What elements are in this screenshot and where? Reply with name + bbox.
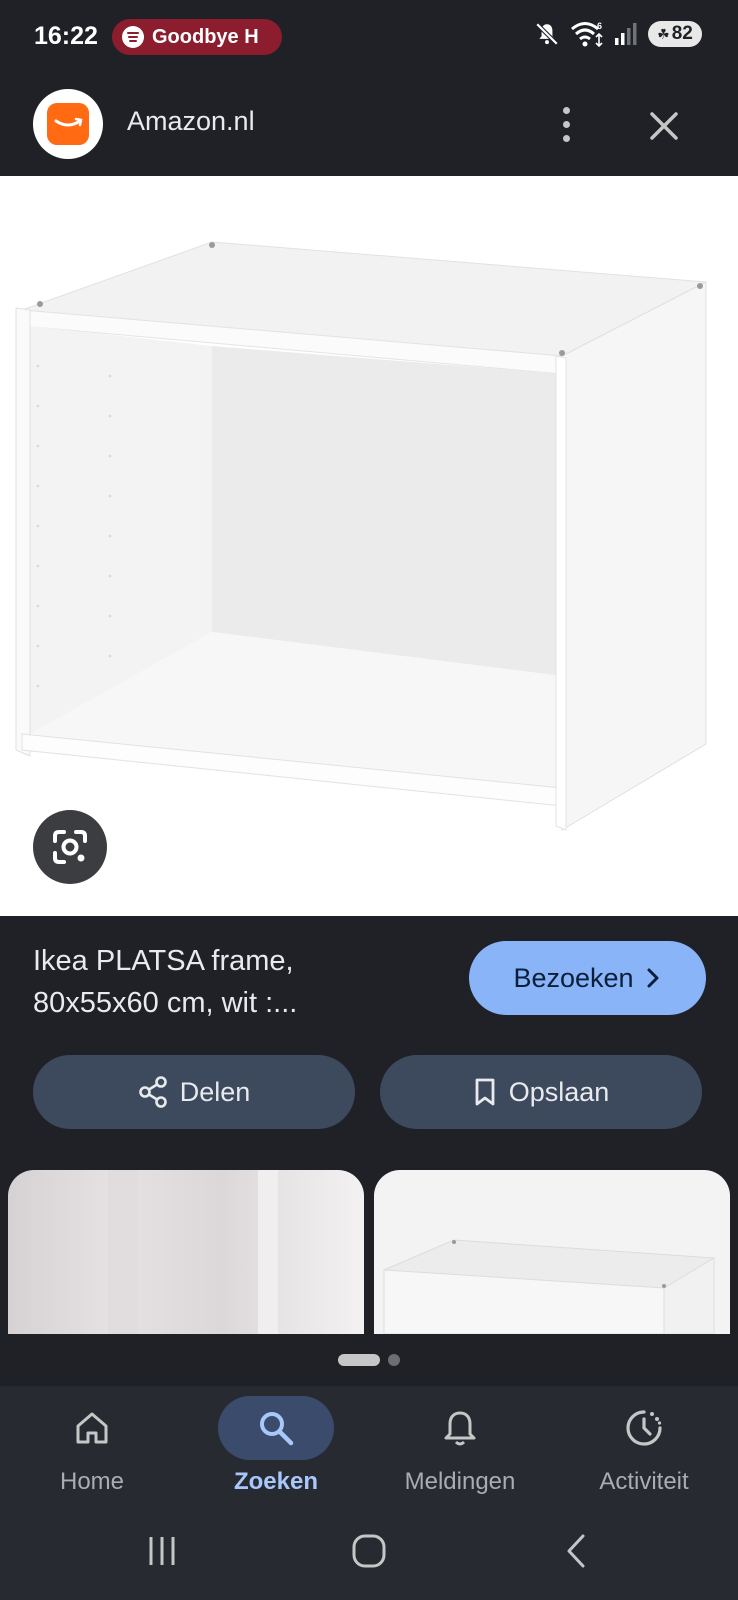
related-image-thumbnail[interactable]	[374, 1170, 730, 1334]
bookmark-icon	[475, 1078, 495, 1106]
save-label: Opslaan	[508, 1076, 610, 1107]
pager-dot	[388, 1354, 400, 1366]
mute-icon	[535, 22, 559, 46]
site-name[interactable]: Amazon.nl	[127, 106, 255, 137]
home-square-icon	[352, 1534, 386, 1568]
result-title-line-1: Ikea PLATSA frame,	[33, 945, 294, 977]
status-bar: 16:22 Goodbye H 6 ☘ 82	[0, 0, 738, 76]
nav-label-search: Zoeken	[233, 1468, 319, 1495]
visit-label: Bezoeken	[513, 962, 634, 993]
related-image-thumbnail[interactable]	[8, 1170, 364, 1334]
google-search-image-viewer: 16:22 Goodbye H 6 ☘ 82 Amazon.nl Ikea PL…	[0, 0, 738, 1600]
wifi-icon: 6	[571, 21, 603, 48]
result-header: Amazon.nl	[0, 76, 738, 176]
cabinet-frame-image	[15, 241, 708, 831]
home-system-button[interactable]	[339, 1526, 399, 1576]
nav-label-home: Home	[59, 1468, 125, 1495]
system-navigation-bar	[0, 1510, 738, 1600]
battery-icon: ☘ 82	[648, 21, 702, 47]
nav-item-home[interactable]: Home	[0, 1396, 184, 1506]
lens-search-button[interactable]	[33, 810, 107, 884]
activity-icon	[626, 1410, 662, 1446]
pager-dot-active	[338, 1354, 380, 1366]
status-time: 16:22	[34, 22, 98, 50]
back-chevron-icon	[567, 1534, 585, 1568]
nav-item-search[interactable]: Zoeken	[184, 1396, 368, 1506]
cabinet-top-image	[383, 1239, 716, 1334]
signal-icon	[615, 23, 637, 45]
share-label: Delen	[179, 1076, 251, 1107]
wardrobe-panel-image	[108, 1170, 278, 1334]
media-playing-chip[interactable]: Goodbye H	[112, 19, 282, 55]
amazon-logo	[33, 89, 103, 159]
media-title: Goodbye H	[152, 25, 259, 48]
image-pager	[0, 1334, 738, 1386]
back-button[interactable]	[546, 1526, 606, 1576]
nav-label-activity: Activiteit	[599, 1468, 689, 1495]
spotify-icon	[122, 26, 144, 48]
battery-level: 82	[671, 23, 693, 44]
bell-icon	[444, 1411, 476, 1446]
result-title[interactable]: Ikea PLATSA frame, 80x55x60 cm, wit :...	[33, 940, 433, 1024]
result-title-line-2: 80x55x60 cm, wit :...	[33, 987, 298, 1019]
google-lens-icon	[53, 830, 87, 864]
nav-item-notifications[interactable]: Meldingen	[368, 1396, 552, 1506]
recent-apps-button[interactable]	[132, 1526, 192, 1576]
svg-text:6: 6	[597, 21, 602, 31]
save-button[interactable]: Opslaan	[380, 1055, 702, 1129]
close-icon[interactable]	[642, 104, 686, 148]
search-icon	[260, 1412, 294, 1446]
home-icon	[76, 1412, 108, 1444]
chevron-right-icon	[647, 968, 659, 988]
share-button[interactable]: Delen	[33, 1055, 355, 1129]
recent-apps-icon	[149, 1537, 175, 1565]
visit-button[interactable]: Bezoeken	[469, 941, 706, 1015]
product-image[interactable]	[0, 176, 738, 916]
status-icons: 6 ☘ 82	[534, 20, 702, 48]
more-options-button[interactable]	[548, 98, 584, 150]
nav-label-notifications: Meldingen	[404, 1468, 516, 1495]
nav-item-activity[interactable]: Activiteit	[552, 1396, 736, 1506]
share-icon	[138, 1076, 167, 1108]
